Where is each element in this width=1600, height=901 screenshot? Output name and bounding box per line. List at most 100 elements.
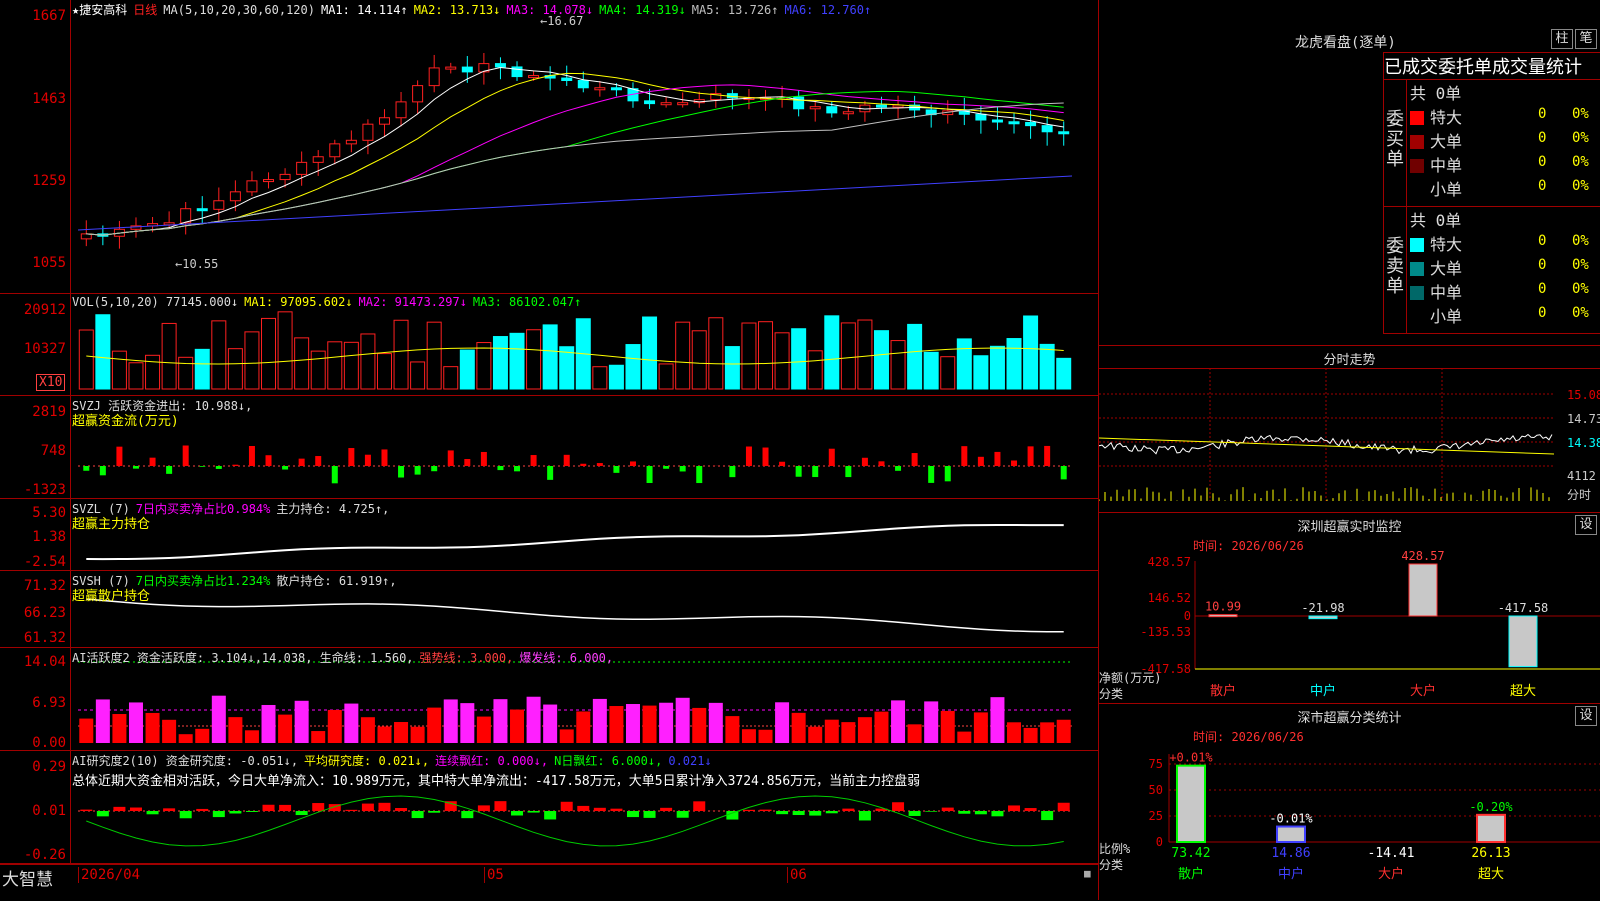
tab-volume-stats[interactable]: 成交量统计 — [1492, 57, 1582, 78]
volume-bar — [262, 318, 276, 389]
order-swatch — [1410, 135, 1424, 149]
order-percent: 0% — [1572, 281, 1589, 297]
svsh-pane[interactable]: 71.32 66.23 61.32 SVSH (7)7日内买卖净占比1.234%… — [0, 571, 1098, 648]
svzj-bar — [878, 461, 884, 466]
candlestick-chart[interactable] — [0, 0, 1098, 293]
research-line — [86, 796, 1063, 846]
tick-view-button[interactable]: 笔 — [1575, 29, 1597, 49]
ai-activity-bar — [79, 719, 93, 743]
candle — [495, 64, 505, 67]
ai-activity-bar — [212, 696, 226, 743]
monitor-bar-chart[interactable]: 428.57146.520-135.53-417.5810.99散户-21.98… — [1099, 513, 1600, 703]
research-bar — [196, 809, 208, 811]
candle — [313, 157, 323, 163]
order-percent: 0% — [1572, 178, 1589, 194]
volume-bar — [344, 342, 358, 389]
order-count: 0 — [1538, 281, 1546, 297]
ai-activity-bar — [344, 704, 358, 743]
ai-activity-bar — [262, 705, 276, 743]
tab-orders[interactable]: 委托单 — [1438, 57, 1492, 78]
buy-orders-divider — [1406, 80, 1407, 206]
candle — [992, 120, 1002, 122]
ai-activity-bar — [825, 720, 839, 743]
candle — [1026, 122, 1036, 125]
volume-bar — [626, 345, 640, 389]
svzj-pane[interactable]: 2819 748 -1323 SVZJ 活跃资金进出: 10.988↓, 超赢资… — [0, 396, 1098, 499]
research-bar — [263, 805, 275, 811]
svzj-bar — [464, 459, 470, 466]
price-pane[interactable]: 1667 1463 1259 1055 ★捷安高科日线MA(5,10,20,30… — [0, 0, 1098, 294]
period-label[interactable]: 日线 — [133, 3, 157, 17]
intraday-panel[interactable]: 分时走势 15.08 14.73 14.38 4112 分时 — [1099, 345, 1600, 513]
svzj-bar — [696, 466, 702, 483]
order-count: 0 — [1538, 305, 1546, 321]
volume-bar — [129, 363, 143, 389]
svzl-pane[interactable]: 5.30 1.38 -2.54 SVZL (7)7日内买卖净占比0.984%主力… — [0, 499, 1098, 571]
monitor-category-label: 中户 — [1310, 683, 1336, 699]
classify-category-label: 超大 — [1478, 867, 1504, 882]
time-label: 06 — [787, 867, 807, 883]
volume-bar — [477, 343, 491, 389]
stock-name[interactable]: 捷安高科 — [79, 3, 127, 17]
ai-activity-bar — [908, 724, 922, 743]
svzj-bar — [912, 453, 918, 466]
volume-bar — [228, 349, 242, 389]
svzj-bar — [978, 457, 984, 466]
classification-panel[interactable]: 深市超赢分类统计 设 时间: 2026/06/26 7550250+0.01%7… — [1099, 703, 1600, 901]
volume-bar — [245, 332, 259, 389]
buy-orders-label: 委买单 — [1386, 110, 1404, 170]
ai-activity-bar — [460, 703, 474, 743]
volume-pane[interactable]: 20912 10327 X10 VOL(5,10,20) 77145.000↓M… — [0, 294, 1098, 396]
volume-ma1: MA1: 97095.602↓ — [244, 295, 352, 309]
svzj-bar — [580, 464, 586, 466]
order-type: 大单 — [1430, 132, 1462, 151]
order-row: 大单00% — [1410, 255, 1600, 279]
svsh-ratio: 7日内买卖净占比1.234% — [136, 574, 271, 588]
intraday-chart[interactable] — [1099, 346, 1600, 513]
volume-bar — [444, 367, 458, 389]
order-count: 0 — [1538, 178, 1546, 194]
classification-bar-chart[interactable]: 7550250+0.01%73.42散户-0.01%14.86中户-14.41大… — [1099, 704, 1600, 901]
research-bar — [147, 811, 159, 814]
volume-bar — [1007, 339, 1021, 389]
lock-icon[interactable]: ■ — [1084, 867, 1091, 880]
order-type: 特大 — [1430, 108, 1462, 127]
ai-activity-bar — [361, 717, 375, 743]
volume-bar — [725, 347, 739, 389]
research-bar — [892, 802, 904, 811]
classify-axis-tick: 0 — [1156, 835, 1163, 849]
classify-bar-value: 26.13 — [1471, 846, 1510, 861]
research-bar — [660, 808, 672, 811]
svzj-bar — [746, 447, 752, 466]
ma1-value: MA1: 14.114↑ — [321, 3, 408, 17]
volume-chart[interactable] — [0, 294, 1098, 395]
order-percent: 0% — [1572, 106, 1589, 122]
ai-research-header: AI研究度2(10) 资金研究度: -0.051↓,平均研究度: 0.021↓,… — [72, 752, 718, 769]
svzl-holding: 主力持仓: 4.725↑, — [276, 502, 389, 516]
order-row: 大单00% — [1410, 128, 1600, 152]
candle — [611, 88, 621, 90]
ai-activity-pane[interactable]: 14.04 6.93 0.00 AI活跃度2 资金活跃度: 3.104↓,14.… — [0, 648, 1098, 751]
candle — [1009, 122, 1019, 124]
monitor-category-label: 超大 — [1510, 684, 1536, 699]
bar-view-button[interactable]: 柱 — [1551, 29, 1573, 49]
svzj-bar — [1044, 446, 1050, 466]
ai-activity-bar — [609, 706, 623, 743]
candle — [661, 103, 671, 105]
candle — [462, 67, 472, 72]
sell-orders-box: 委卖单 共 0单 特大00%大单00%中单00%小单00% — [1383, 206, 1600, 334]
order-percent: 0% — [1572, 305, 1589, 321]
tab-traded[interactable]: 已成交 — [1384, 57, 1438, 78]
research-avg: 平均研究度: 0.021↓, — [304, 754, 429, 768]
svzj-bar — [829, 449, 835, 466]
order-percent: 0% — [1572, 130, 1589, 146]
candle — [976, 114, 986, 120]
monitor-panel[interactable]: 深圳超赢实时监控 设 时间: 2026/06/26 428.57146.520-… — [1099, 512, 1600, 703]
ai-research-pane[interactable]: 0.29 0.01 -0.26 AI研究度2(10) 资金研究度: -0.051… — [0, 751, 1098, 864]
research-bar — [743, 810, 755, 811]
ai-activity-bar — [427, 708, 441, 743]
dragon-tiger-title: 龙虎看盘(逐单) — [1295, 32, 1396, 52]
svzj-bar — [249, 446, 255, 466]
classify-bar-change: +0.01% — [1169, 751, 1213, 765]
volume-bar — [195, 349, 209, 389]
